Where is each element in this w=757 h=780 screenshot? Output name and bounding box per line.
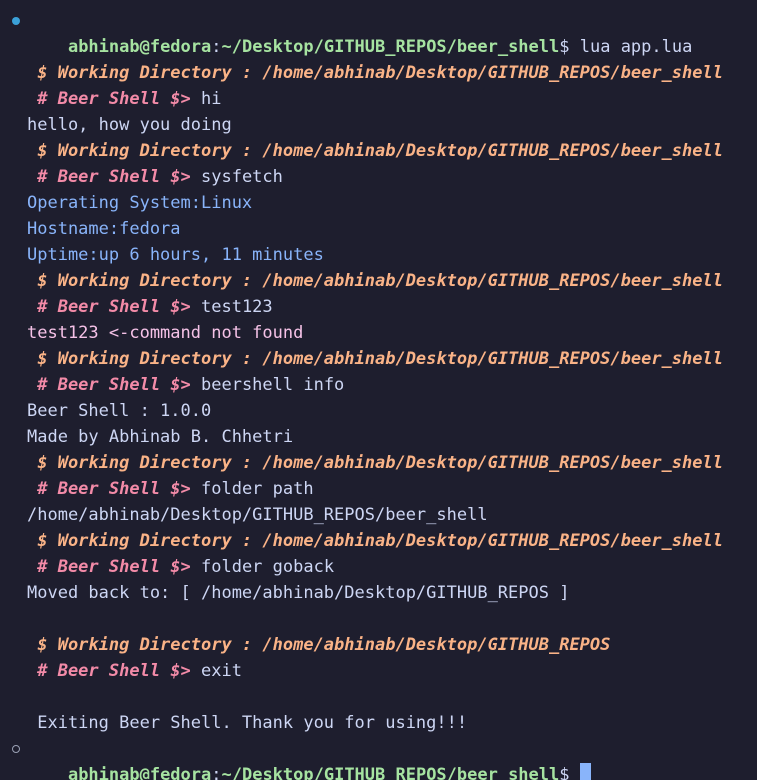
output-line: Moved back to: [ /home/abhinab/Desktop/G… <box>0 580 757 606</box>
output-text: hello, how you doing <box>27 115 232 135</box>
command-marker-hollow-icon[interactable] <box>11 736 21 762</box>
output-line: Exiting Beer Shell. Thank you for using!… <box>0 710 757 736</box>
sysinfo-os: Operating System:Linux <box>27 193 253 213</box>
output-line: /home/abhinab/Desktop/GITHUB_REPOS/beer_… <box>0 502 757 528</box>
working-directory-text: $ Working Directory : /home/abhinab/Desk… <box>27 453 723 473</box>
beer-command: exit <box>201 661 242 681</box>
output-line: test123 <-command not found <box>0 320 757 346</box>
terminal-window[interactable]: abhinab@fedora:~/Desktop/GITHUB_REPOS/be… <box>0 0 757 780</box>
beer-prompt-line: # Beer Shell $> beershell info <box>0 372 757 398</box>
beer-prompt: # Beer Shell $> <box>27 375 201 395</box>
beer-prompt: # Beer Shell $> <box>27 479 201 499</box>
beer-prompt-line: # Beer Shell $> folder goback <box>0 554 757 580</box>
working-directory-line: $ Working Directory : /home/abhinab/Desk… <box>0 138 757 164</box>
text-cursor[interactable] <box>579 763 591 780</box>
beer-command: folder path <box>201 479 314 499</box>
working-directory-line: $ Working Directory : /home/abhinab/Desk… <box>0 268 757 294</box>
working-directory-line: $ Working Directory : /home/abhinab/Desk… <box>0 346 757 372</box>
prompt-dollar: $ <box>559 765 570 780</box>
exit-message: Exiting Beer Shell. Thank you for using!… <box>27 713 468 733</box>
working-directory-line: $ Working Directory : /home/abhinab/Desk… <box>0 60 757 86</box>
beer-prompt-line: # Beer Shell $> test123 <box>0 294 757 320</box>
working-directory-line: $ Working Directory : /home/abhinab/Desk… <box>0 450 757 476</box>
working-directory-line: $ Working Directory : /home/abhinab/Desk… <box>0 528 757 554</box>
host-prompt-line: abhinab@fedora:~/Desktop/GITHUB_REPOS/be… <box>0 8 757 57</box>
user-host: abhinab@fedora <box>67 765 212 780</box>
command-marker-filled-icon[interactable] <box>11 8 21 34</box>
output-line: Beer Shell : 1.0.0 <box>0 398 757 424</box>
output-line: Hostname:fedora <box>0 216 757 242</box>
beer-prompt: # Beer Shell $> <box>27 297 201 317</box>
working-directory-text: $ Working Directory : /home/abhinab/Desk… <box>27 349 723 369</box>
beer-prompt-line: # Beer Shell $> exit <box>0 658 757 684</box>
beer-prompt: # Beer Shell $> <box>27 89 201 109</box>
host-prompt-line[interactable]: abhinab@fedora:~/Desktop/GITHUB_REPOS/be… <box>0 736 757 780</box>
working-directory-line: $ Working Directory : /home/abhinab/Desk… <box>0 632 757 658</box>
beer-prompt-line: # Beer Shell $> folder path <box>0 476 757 502</box>
prompt-colon: : <box>211 765 222 780</box>
output-line: Operating System:Linux <box>0 190 757 216</box>
output-line: hello, how you doing <box>0 112 757 138</box>
beer-prompt: # Beer Shell $> <box>27 557 201 577</box>
working-directory-text: $ Working Directory : /home/abhinab/Desk… <box>27 63 723 83</box>
beer-command: test123 <box>201 297 273 317</box>
author-text: Made by Abhinab B. Chhetri <box>27 427 294 447</box>
working-directory-text: $ Working Directory : /home/abhinab/Desk… <box>27 531 723 551</box>
beer-command: beershell info <box>201 375 345 395</box>
beer-command: folder goback <box>201 557 335 577</box>
beer-command: hi <box>201 89 222 109</box>
output-line: Uptime:up 6 hours, 11 minutes <box>0 242 757 268</box>
sysinfo-uptime: Uptime:up 6 hours, 11 minutes <box>27 245 324 265</box>
error-text: test123 <-command not found <box>27 323 304 343</box>
path-output: /home/abhinab/Desktop/GITHUB_REPOS/beer_… <box>27 505 488 525</box>
working-directory-text: $ Working Directory : /home/abhinab/Desk… <box>27 635 611 655</box>
moved-back-text: Moved back to: [ /home/abhinab/Desktop/G… <box>27 583 570 603</box>
version-text: Beer Shell : 1.0.0 <box>27 401 212 421</box>
working-directory-text: $ Working Directory : /home/abhinab/Desk… <box>27 141 723 161</box>
sysinfo-hostname: Hostname:fedora <box>27 219 181 239</box>
working-directory-text: $ Working Directory : /home/abhinab/Desk… <box>27 271 723 291</box>
beer-prompt: # Beer Shell $> <box>27 661 201 681</box>
beer-command: sysfetch <box>201 167 283 187</box>
beer-prompt-line: # Beer Shell $> hi <box>0 86 757 112</box>
beer-prompt: # Beer Shell $> <box>27 167 201 187</box>
current-directory: ~/Desktop/GITHUB_REPOS/beer_shell <box>221 765 560 780</box>
beer-prompt-line: # Beer Shell $> sysfetch <box>0 164 757 190</box>
output-line: Made by Abhinab B. Chhetri <box>0 424 757 450</box>
